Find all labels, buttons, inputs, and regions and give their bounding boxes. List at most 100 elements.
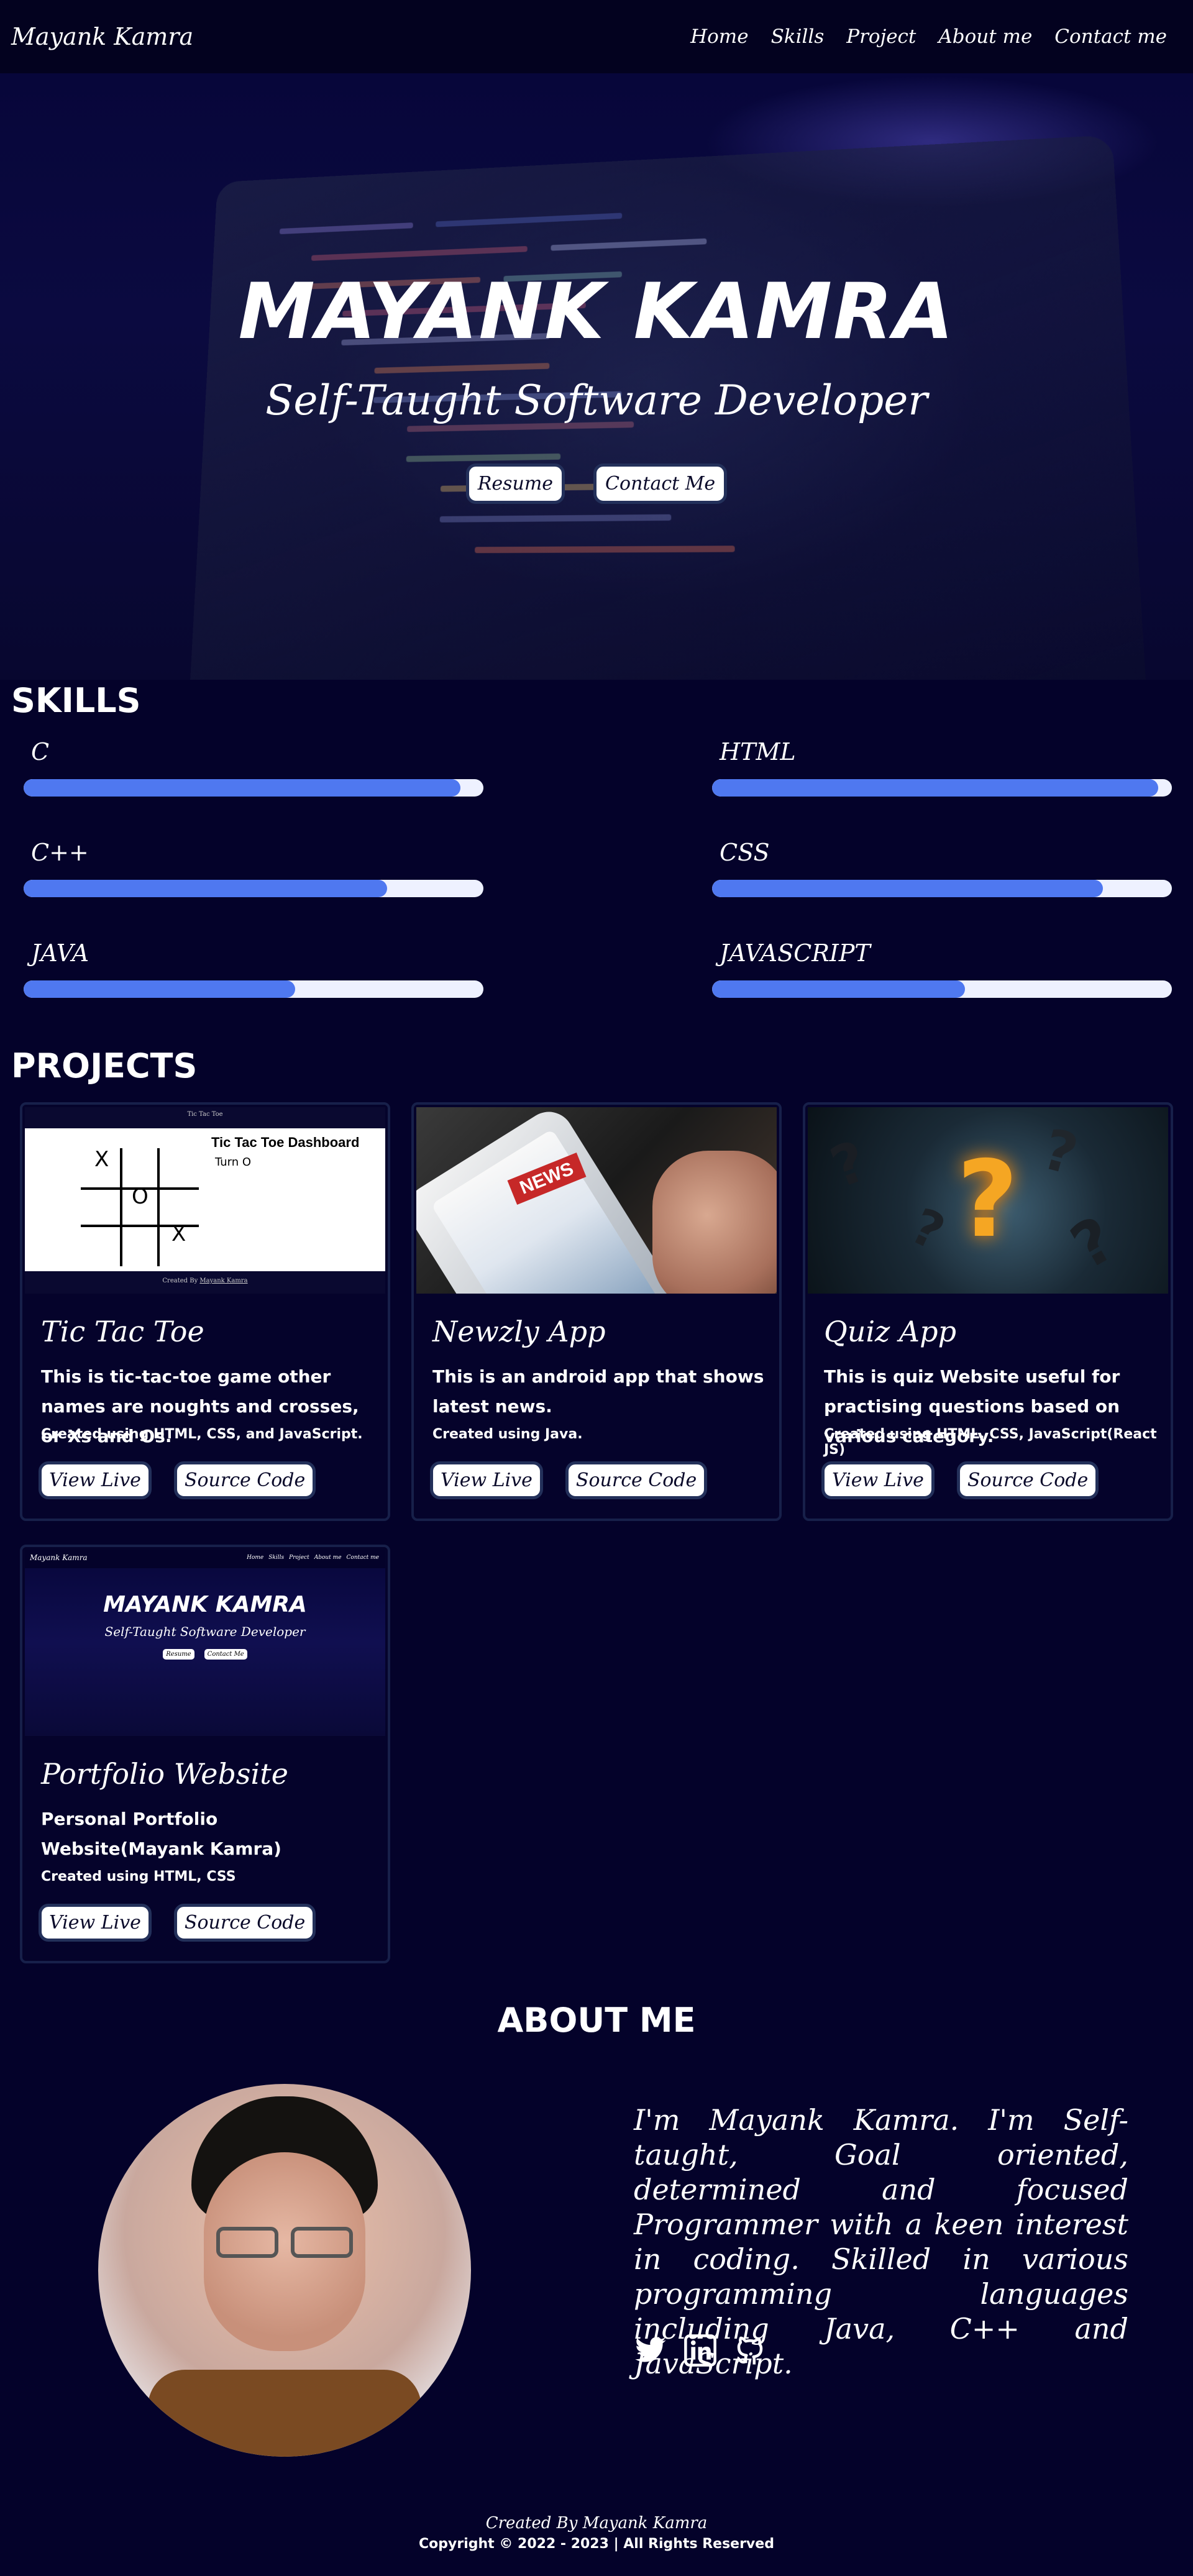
skill-name: JAVA (31, 939, 483, 967)
skill-fill (712, 880, 1103, 897)
project-tech: Created using HTML, CSS, JavaScript(Reac… (824, 1427, 1171, 1458)
skills-heading: SKILLS (11, 681, 141, 720)
thumb-dashboard-title: Tic Tac Toe Dashboard (211, 1135, 359, 1151)
thumb-subtitle: Self-Taught Software Developer (25, 1624, 385, 1639)
skill-cpp: C++ (24, 839, 483, 897)
project-tech: Created using HTML, CSS (41, 1869, 236, 1884)
project-buttons: View Live Source Code (39, 1461, 316, 1499)
skill-bar (24, 779, 483, 797)
question-mark-icon: ? (903, 1197, 953, 1262)
project-buttons: View Live Source Code (821, 1461, 1099, 1499)
skill-name: HTML (720, 738, 1172, 765)
thumb-turn: Turn O (215, 1156, 251, 1169)
skill-name: C++ (31, 839, 483, 866)
twitter-icon[interactable] (634, 2334, 667, 2367)
project-title: Portfolio Website (41, 1757, 288, 1791)
social-links (634, 2334, 767, 2367)
project-thumbnail: NEWS (416, 1107, 777, 1294)
skill-bar (712, 880, 1172, 897)
project-card-portfolio: Mayank Kamra Home Skills Project About m… (20, 1545, 390, 1963)
thumb-nav-link: About me (314, 1555, 342, 1561)
footer-credit: Created By Mayank Kamra (0, 2514, 1193, 2533)
skill-fill (24, 880, 387, 897)
source-code-button[interactable]: Source Code (174, 1904, 316, 1942)
board-cell: O (132, 1184, 149, 1209)
question-mark-icon: ? (1059, 1202, 1127, 1283)
skill-fill (24, 779, 460, 797)
thumb-nav: Home Skills Project About me Contact me (247, 1555, 379, 1561)
thumb-resume-button: Resume (163, 1649, 194, 1660)
project-buttons: View Live Source Code (39, 1904, 316, 1942)
footer-author-link[interactable]: Mayank Kamra (583, 2514, 708, 2533)
hero-section: MAYANK KAMRA Self-Taught Software Develo… (0, 73, 1193, 680)
view-live-button[interactable]: View Live (39, 1461, 152, 1499)
skill-c: C (24, 738, 483, 797)
thumb-contact-button: Contact Me (204, 1649, 247, 1660)
nav-links: Home Skills Project About me Contact me (690, 25, 1167, 48)
skill-css: CSS (712, 839, 1172, 897)
thumb-title: MAYANK KAMRA (25, 1592, 385, 1617)
source-code-button[interactable]: Source Code (565, 1461, 707, 1499)
skill-html: HTML (712, 738, 1172, 797)
question-mark-icon: ? (823, 1128, 875, 1201)
skill-java: JAVA (24, 939, 483, 998)
nav-link-project[interactable]: Project (846, 25, 916, 48)
skill-bar (24, 980, 483, 998)
thumb-nav-link: Home (247, 1555, 263, 1561)
question-mark-icon: ? (957, 1138, 1018, 1261)
thumb-brand: Mayank Kamra (30, 1553, 88, 1562)
thumb-footer-name: Mayank Kamra (199, 1277, 247, 1284)
project-thumbnail: Tic Tac Toe X O X Tic Tac Toe Dashboard … (25, 1107, 385, 1294)
board-cell: X (94, 1147, 109, 1172)
skill-name: JAVASCRIPT (720, 939, 1172, 967)
source-code-button[interactable]: Source Code (957, 1461, 1099, 1499)
project-title: Quiz App (824, 1315, 956, 1348)
hero-buttons: Resume Contact Me (0, 464, 1193, 504)
nav-link-home[interactable]: Home (690, 25, 748, 48)
skill-bar (712, 980, 1172, 998)
about-heading: ABOUT ME (0, 2001, 1193, 2040)
profile-photo (98, 2084, 471, 2457)
thumb-nav-link: Contact me (347, 1555, 379, 1561)
nav-link-contact[interactable]: Contact me (1054, 25, 1167, 48)
project-title: Newzly App (432, 1315, 606, 1348)
project-tech: Created using HTML, CSS, and JavaScript. (41, 1427, 363, 1442)
view-live-button[interactable]: View Live (430, 1461, 543, 1499)
skill-name: CSS (720, 839, 1172, 866)
thumb-nav-link: Skills (268, 1555, 284, 1561)
projects-heading: PROJECTS (11, 1046, 197, 1085)
project-description: This is an android app that shows latest… (432, 1362, 768, 1422)
project-card-quiz: ? ? ? ? ? Quiz App This is quiz Website … (803, 1102, 1173, 1521)
question-mark-icon: ? (1036, 1117, 1084, 1188)
brand-logo[interactable]: Mayank Kamra (11, 23, 193, 50)
footer-created-by: Created By (486, 2514, 578, 2533)
project-card-tic-tac-toe: Tic Tac Toe X O X Tic Tac Toe Dashboard … (20, 1102, 390, 1521)
thumb-buttons: Resume Contact Me (25, 1649, 385, 1660)
hero-subtitle: Self-Taught Software Developer (0, 377, 1193, 424)
skill-bar (712, 779, 1172, 797)
project-thumbnail: ? ? ? ? ? (808, 1107, 1168, 1294)
view-live-button[interactable]: View Live (39, 1904, 152, 1942)
project-title: Tic Tac Toe (41, 1315, 204, 1348)
project-tech: Created using Java. (432, 1427, 583, 1442)
skill-name: C (31, 738, 483, 765)
thumb-nav-link: Project (289, 1555, 309, 1561)
nav-link-about[interactable]: About me (938, 25, 1032, 48)
footer-copyright: Copyright © 2022 - 2023 | All Rights Res… (0, 2536, 1193, 2552)
project-description: Personal Portfolio Website(Mayank Kamra) (41, 1804, 377, 1864)
skill-fill (24, 980, 295, 998)
skill-fill (712, 980, 965, 998)
skill-javascript: JAVASCRIPT (712, 939, 1172, 998)
resume-button[interactable]: Resume (466, 464, 565, 504)
linkedin-icon[interactable] (683, 2334, 717, 2367)
skill-bar (24, 880, 483, 897)
project-buttons: View Live Source Code (430, 1461, 707, 1499)
contact-me-button[interactable]: Contact Me (593, 464, 727, 504)
github-icon[interactable] (733, 2334, 767, 2367)
thumb-top-label: Tic Tac Toe (25, 1111, 385, 1118)
source-code-button[interactable]: Source Code (174, 1461, 316, 1499)
view-live-button[interactable]: View Live (821, 1461, 935, 1499)
nav-link-skills[interactable]: Skills (771, 25, 825, 48)
board-cell: X (171, 1222, 186, 1246)
skill-fill (712, 779, 1158, 797)
